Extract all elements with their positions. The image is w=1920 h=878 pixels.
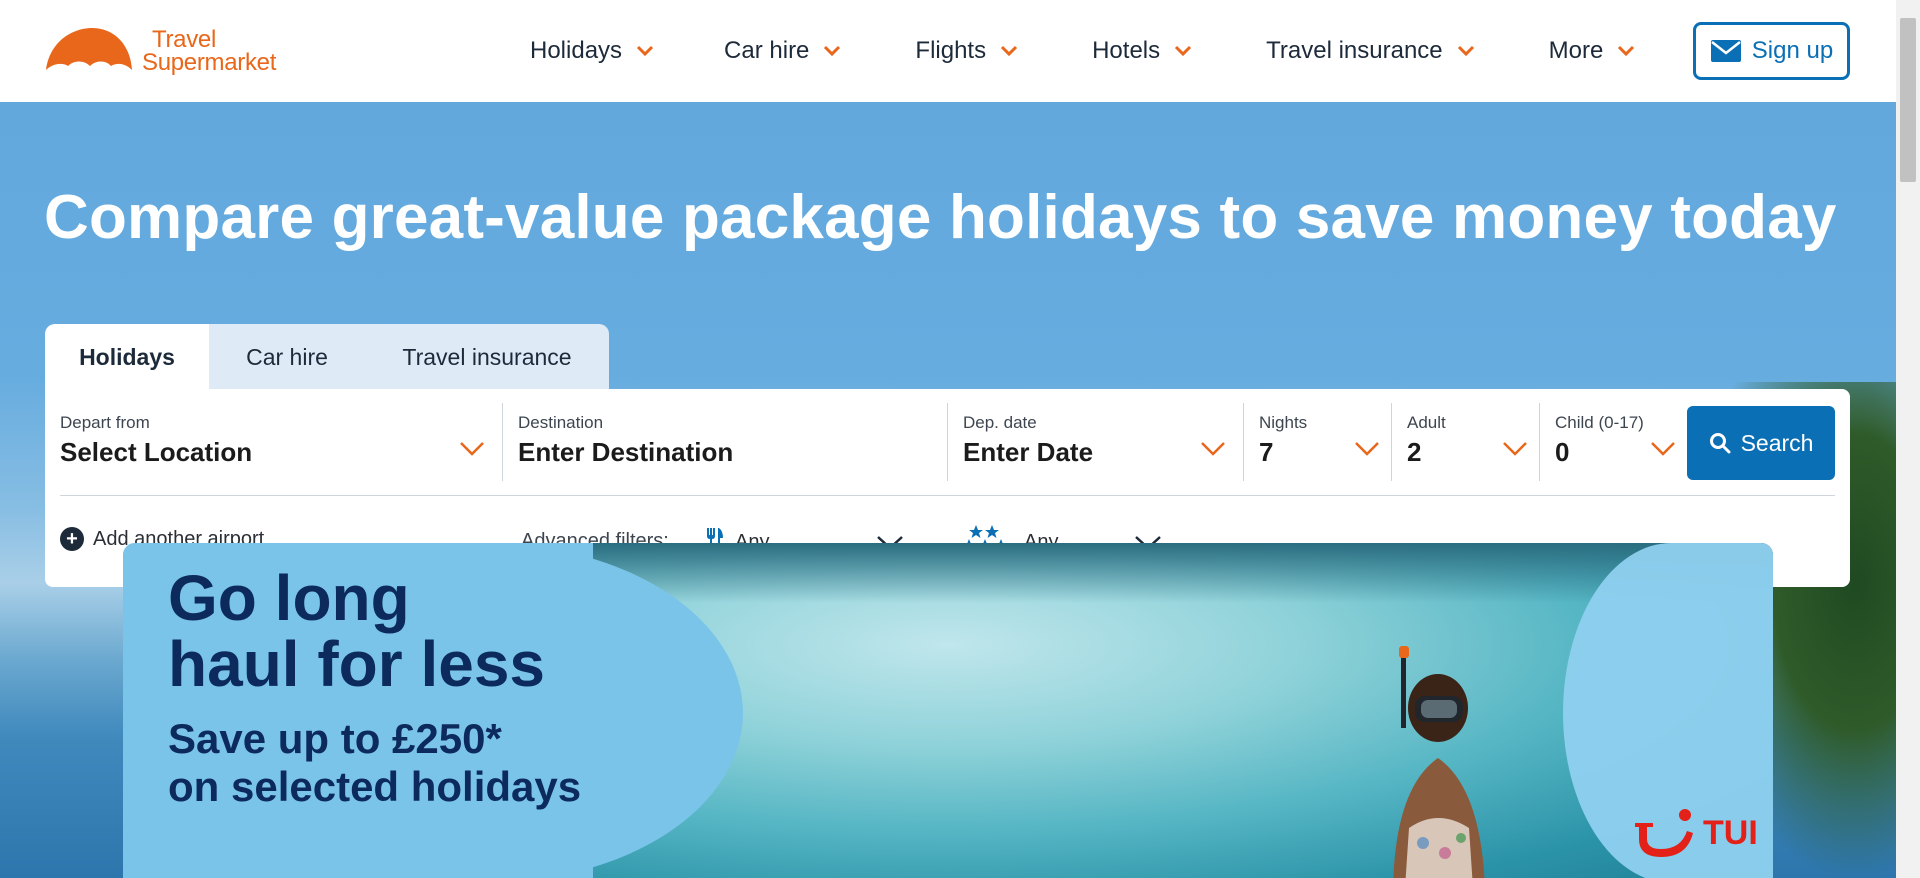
- tui-logo-text: TUI: [1703, 813, 1758, 852]
- plus-circle-icon: +: [60, 527, 84, 551]
- nav-more[interactable]: More: [1549, 37, 1636, 65]
- promo-headline: Go long haul for less: [168, 565, 545, 697]
- logo-line-1: Travel: [152, 26, 216, 53]
- promo-sub-line-2: on selected holidays: [168, 763, 582, 810]
- nav-car-hire-label: Car hire: [724, 37, 810, 64]
- chevron-down-icon: [1457, 45, 1474, 57]
- main-nav: Holidays Car hire Flights Hotels Travel …: [530, 0, 1635, 102]
- snorkeler-image: [1393, 646, 1485, 878]
- page-scrollbar[interactable]: [1896, 0, 1920, 878]
- promo-headline-line-1: Go long: [168, 562, 410, 634]
- tab-travel-insurance[interactable]: Travel insurance: [365, 324, 609, 390]
- tab-holidays[interactable]: Holidays: [45, 324, 209, 390]
- tui-smile-icon: [1635, 809, 1693, 857]
- hero-title: Compare great-value package holidays to …: [44, 183, 1837, 252]
- search-icon: [1709, 433, 1731, 454]
- sign-up-label: Sign up: [1751, 37, 1834, 64]
- tab-car-hire-label: Car hire: [246, 343, 328, 370]
- destination-value: Enter Destination: [518, 437, 734, 467]
- nav-car-hire[interactable]: Car hire: [724, 37, 841, 65]
- chevron-down-icon: [1175, 45, 1192, 57]
- nav-holidays[interactable]: Holidays: [530, 37, 654, 65]
- child-value: 0: [1555, 437, 1570, 467]
- adult-label: Adult: [1407, 413, 1446, 432]
- nav-hotels[interactable]: Hotels: [1092, 37, 1192, 65]
- adult-select[interactable]: Adult 2: [1392, 403, 1540, 481]
- child-label: Child (0-17): [1555, 413, 1644, 432]
- departure-date-field[interactable]: Dep. date Enter Date: [948, 403, 1244, 481]
- nav-travel-insurance-label: Travel insurance: [1266, 37, 1443, 64]
- adult-value: 2: [1407, 437, 1422, 467]
- hero-section: Compare great-value package holidays to …: [0, 102, 1896, 878]
- chevron-down-icon: [824, 45, 841, 57]
- tab-car-hire[interactable]: Car hire: [209, 324, 365, 390]
- nav-flights-label: Flights: [915, 37, 987, 64]
- search-button[interactable]: Search: [1687, 406, 1835, 480]
- chevron-down-icon: [1001, 45, 1018, 57]
- logo-text: Travel Supermarket: [142, 26, 277, 76]
- chevron-down-icon: [1503, 442, 1527, 456]
- destination-label: Destination: [518, 413, 604, 432]
- search-button-label: Search: [1740, 429, 1814, 456]
- chevron-down-icon: [1651, 442, 1675, 456]
- nav-holidays-label: Holidays: [530, 37, 623, 64]
- destination-field[interactable]: Destination Enter Destination: [503, 403, 948, 481]
- logo-line-2: Supermarket: [142, 49, 277, 76]
- nights-label: Nights: [1259, 413, 1308, 432]
- nav-travel-insurance[interactable]: Travel insurance: [1266, 37, 1475, 65]
- nights-select[interactable]: Nights 7: [1244, 403, 1392, 481]
- sign-up-button[interactable]: Sign up: [1693, 22, 1850, 80]
- promo-subheadline: Save up to £250* on selected holidays: [168, 715, 581, 811]
- depart-from-field[interactable]: Depart from Select Location: [45, 403, 503, 481]
- divider: [60, 495, 1835, 496]
- chevron-down-icon: [460, 442, 484, 456]
- promo-sub-line-1: Save up to £250*: [168, 715, 502, 762]
- depart-from-value: Select Location: [60, 437, 253, 467]
- departure-date-label: Dep. date: [963, 413, 1037, 432]
- umbrella-logo-icon: [46, 28, 132, 70]
- tui-logo: TUI: [1631, 805, 1758, 861]
- child-select[interactable]: Child (0-17) 0: [1540, 403, 1685, 481]
- nav-hotels-label: Hotels: [1092, 37, 1161, 64]
- promo-banner[interactable]: Go long haul for less Save up to £250* o…: [123, 543, 1773, 878]
- nav-more-label: More: [1548, 37, 1604, 64]
- nav-flights[interactable]: Flights: [915, 37, 1018, 65]
- search-tabs: Holidays Car hire Travel insurance: [45, 324, 609, 390]
- tab-holidays-label: Holidays: [79, 343, 175, 370]
- tab-travel-insurance-label: Travel insurance: [402, 343, 572, 370]
- nights-value: 7: [1259, 437, 1274, 467]
- chevron-down-icon: [636, 45, 654, 57]
- promo-headline-line-2: haul for less: [168, 628, 545, 700]
- departure-date-value: Enter Date: [963, 437, 1094, 467]
- logo[interactable]: Travel Supermarket: [44, 26, 277, 76]
- site-header: Travel Supermarket Holidays Car hire Fli…: [0, 0, 1896, 102]
- chevron-down-icon: [1355, 442, 1379, 456]
- depart-from-label: Depart from: [60, 413, 150, 432]
- chevron-down-icon: [1618, 45, 1635, 57]
- chevron-down-icon: [1201, 442, 1225, 456]
- envelope-icon: [1710, 40, 1741, 62]
- scrollbar-thumb[interactable]: [1900, 18, 1916, 182]
